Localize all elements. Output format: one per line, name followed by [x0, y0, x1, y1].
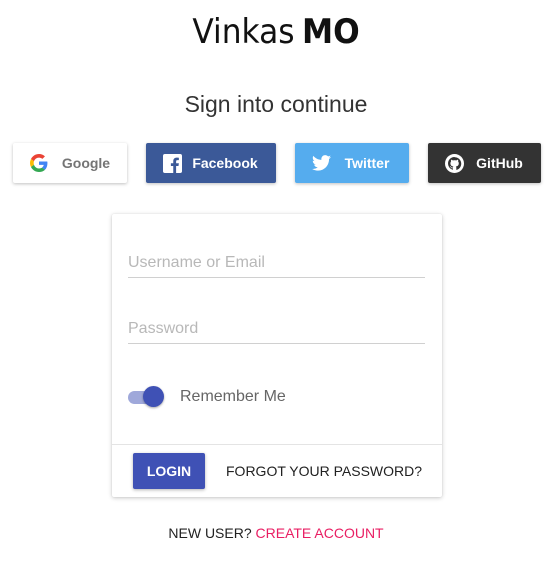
new-user-text: NEW USER? [168, 525, 252, 541]
brand-logo: Vinkas MO [22, 10, 530, 54]
google-signin-button[interactable]: Google [13, 143, 127, 183]
card-divider [112, 444, 442, 445]
brand-name-light: Vinkas [192, 12, 295, 52]
login-card: Remember Me LOGIN FORGOT YOUR PASSWORD? [112, 214, 442, 497]
signup-prompt: NEW USER? CREATE ACCOUNT [0, 523, 552, 543]
create-account-link[interactable]: CREATE ACCOUNT [256, 525, 384, 541]
twitter-icon [311, 153, 331, 173]
google-icon [29, 153, 49, 173]
github-signin-label: GitHub [476, 155, 523, 171]
github-signin-button[interactable]: GitHub [428, 143, 541, 183]
login-button[interactable]: LOGIN [133, 453, 205, 489]
facebook-signin-button[interactable]: Facebook [146, 143, 276, 183]
page-heading: Sign into continue [184, 91, 368, 117]
facebook-signin-label: Facebook [192, 155, 258, 171]
github-icon [444, 153, 464, 173]
facebook-icon [162, 153, 182, 173]
twitter-signin-label: Twitter [344, 155, 390, 171]
google-signin-label: Google [61, 155, 111, 171]
remember-me-toggle[interactable] [128, 386, 164, 408]
forgot-password-link[interactable]: FORGOT YOUR PASSWORD? [226, 453, 422, 489]
username-input[interactable] [128, 248, 425, 278]
twitter-signin-button[interactable]: Twitter [295, 143, 409, 183]
remember-me-label: Remember Me [180, 388, 286, 405]
brand-name-bold: MO [301, 12, 360, 52]
password-input[interactable] [128, 314, 425, 344]
toggle-thumb [143, 386, 164, 407]
